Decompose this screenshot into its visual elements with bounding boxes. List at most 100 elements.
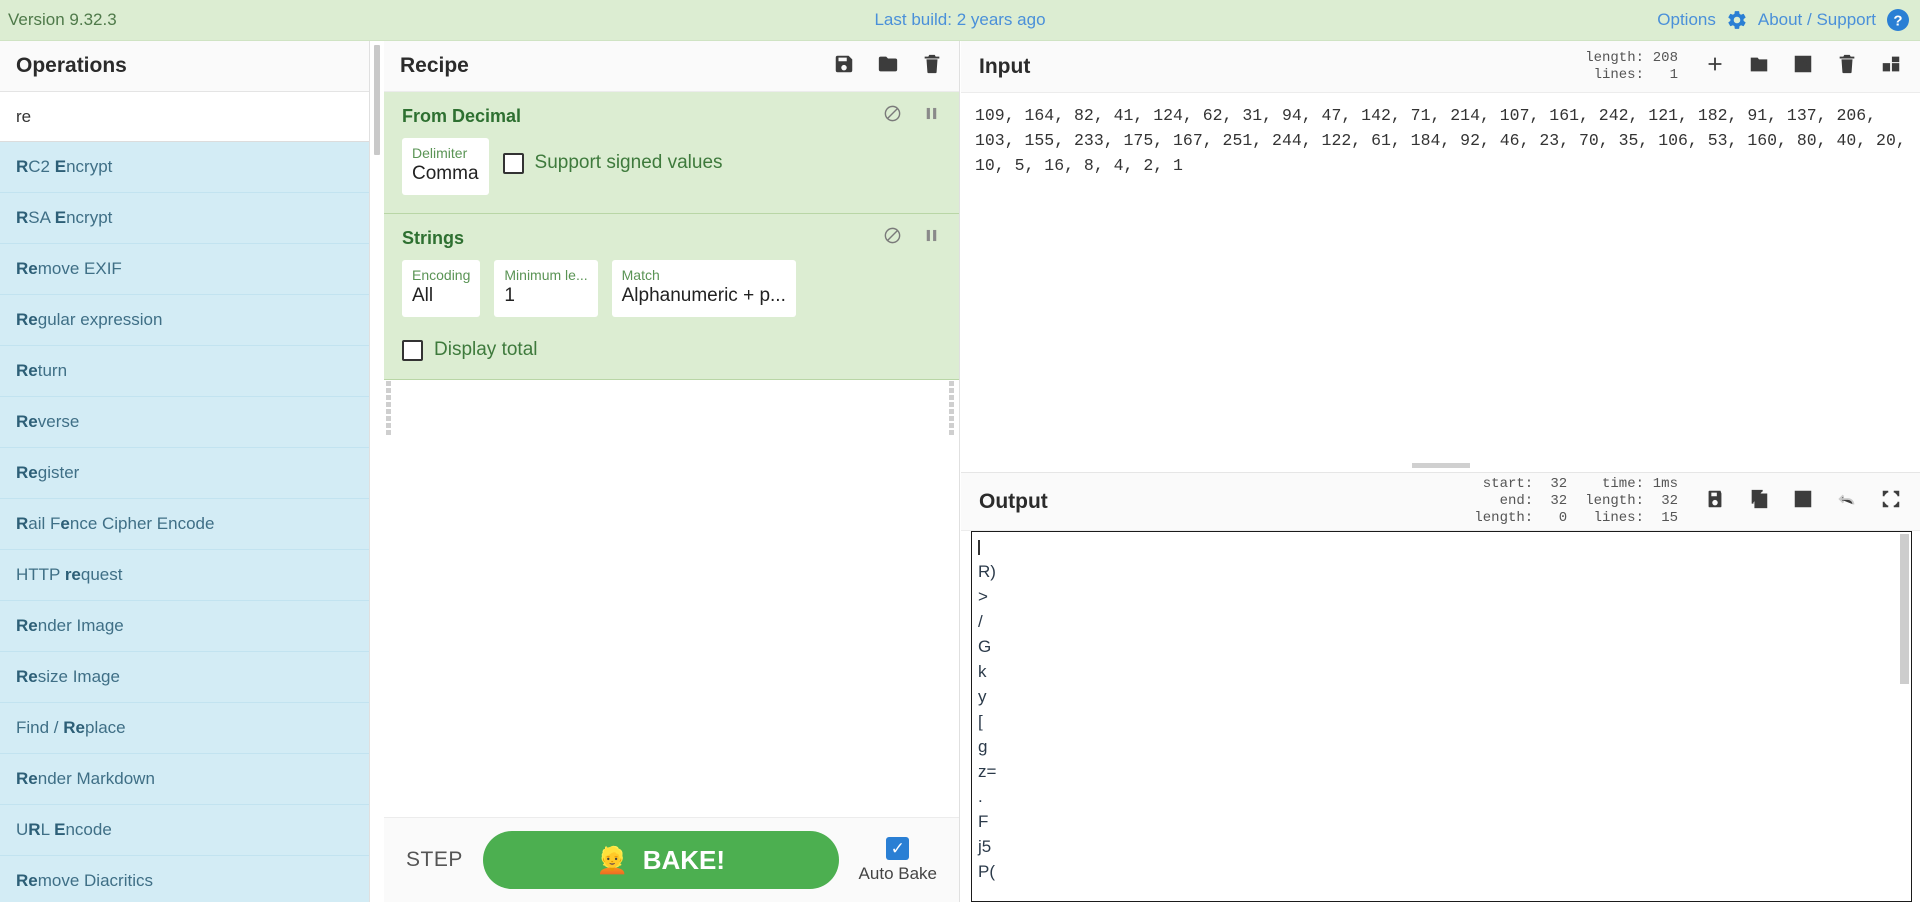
disable-icon[interactable] bbox=[883, 104, 902, 128]
maximise-icon[interactable] bbox=[1880, 488, 1902, 515]
meta-row: time: 1ms bbox=[1585, 476, 1678, 493]
argument-field[interactable]: Match Alphanumeric + p... bbox=[611, 260, 796, 317]
operation-list-item[interactable]: Reverse bbox=[0, 397, 369, 448]
step-button[interactable]: STEP bbox=[406, 848, 463, 872]
open-file-as-input-icon[interactable] bbox=[1792, 53, 1814, 80]
operation-list-item[interactable]: Remove EXIF bbox=[0, 244, 369, 295]
recipe-panel: Recipe From Decimal Delimiter Comma Support… bbox=[384, 41, 960, 902]
question-circle-icon[interactable]: ? bbox=[1886, 8, 1910, 32]
disable-icon[interactable] bbox=[883, 226, 902, 250]
operation-list-item[interactable]: Return bbox=[0, 346, 369, 397]
argument-value[interactable]: Alphanumeric + p... bbox=[622, 283, 786, 309]
clear-io-icon[interactable] bbox=[1836, 53, 1858, 80]
argument-checkbox-row[interactable]: Support signed values bbox=[502, 152, 723, 174]
auto-bake-checkbox[interactable]: ✓ bbox=[886, 836, 910, 860]
open-folder-icon[interactable] bbox=[1748, 53, 1770, 80]
recipe-operations-list[interactable]: From Decimal Delimiter Comma Support signed… bbox=[384, 92, 959, 380]
chef-icon: 👱 bbox=[596, 844, 629, 875]
checkbox[interactable] bbox=[402, 339, 423, 361]
recipe-operation[interactable]: Strings Encoding All Minimum le... 1 Match Alp… bbox=[384, 214, 959, 380]
argument-field[interactable]: Encoding All bbox=[402, 260, 481, 317]
meta-key: time: bbox=[1601, 476, 1644, 492]
bake-button[interactable]: 👱 BAKE! bbox=[482, 831, 839, 889]
add-tab-icon[interactable] bbox=[1704, 53, 1726, 80]
recipe-operation-controls bbox=[883, 226, 941, 250]
reset-pane-layout-icon[interactable] bbox=[1880, 53, 1902, 80]
operation-list-item[interactable]: Render Markdown bbox=[0, 754, 369, 805]
meta-row: lines: 15 bbox=[1585, 510, 1678, 527]
banner-actions: Options About / Support ? bbox=[1657, 8, 1910, 32]
operation-list-item[interactable]: RSA Encrypt bbox=[0, 193, 369, 244]
argument-value[interactable]: Comma bbox=[412, 161, 479, 187]
breakpoint-icon[interactable] bbox=[922, 226, 941, 250]
output-scrollbar[interactable] bbox=[1899, 533, 1910, 900]
about-support-link[interactable]: About / Support bbox=[1758, 10, 1876, 30]
recipe-right-resize-handle[interactable] bbox=[949, 381, 957, 435]
operation-label: Regular expression bbox=[16, 310, 163, 329]
operation-label: HTTP request bbox=[16, 565, 123, 584]
input-textarea[interactable]: 109, 164, 82, 41, 124, 62, 31, 94, 47, 1… bbox=[961, 93, 1920, 458]
operation-label: Return bbox=[16, 361, 68, 380]
undo-icon[interactable] bbox=[1836, 488, 1858, 515]
argument-label: Encoding bbox=[412, 267, 471, 283]
recipe-empty-area[interactable] bbox=[384, 380, 959, 817]
operations-panel: Operations RC2 Encrypt RSA Encrypt Remove … bbox=[0, 41, 370, 902]
argument-field[interactable]: Delimiter Comma bbox=[402, 138, 489, 195]
argument-value[interactable]: 1 bbox=[504, 283, 587, 309]
save-icon[interactable] bbox=[833, 53, 855, 80]
operation-list-item[interactable]: Rail Fence Cipher Encode bbox=[0, 499, 369, 550]
last-build-label: Last build: 2 years ago bbox=[874, 10, 1046, 29]
text-cursor bbox=[978, 540, 980, 556]
recipe-operation-header: Strings bbox=[402, 226, 941, 250]
replace-input-with-output-icon[interactable] bbox=[1792, 488, 1814, 515]
operation-label: Find / Replace bbox=[16, 718, 126, 737]
operations-list[interactable]: RC2 Encrypt RSA Encrypt Remove EXIF Regular… bbox=[0, 142, 369, 902]
meta-key: lines: bbox=[1593, 66, 1644, 83]
trash-icon[interactable] bbox=[921, 53, 943, 80]
meta-value: 32 bbox=[1661, 493, 1678, 509]
options-link[interactable]: Options bbox=[1657, 10, 1716, 30]
output-textarea[interactable]: R) > / G k y [ g z= . F j5 P( bbox=[972, 532, 1911, 886]
input-output-splitter[interactable] bbox=[961, 458, 1920, 472]
folder-icon[interactable] bbox=[877, 53, 899, 80]
operations-recipe-splitter[interactable] bbox=[370, 41, 384, 902]
operation-label: Remove EXIF bbox=[16, 259, 122, 278]
copy-output-icon[interactable] bbox=[1748, 488, 1770, 515]
recipe-left-resize-handle[interactable] bbox=[386, 381, 394, 435]
argument-label: Match bbox=[621, 267, 660, 283]
operation-list-item[interactable]: Remove Diacritics bbox=[0, 856, 369, 902]
operation-list-item[interactable]: Find / Replace bbox=[0, 703, 369, 754]
operation-list-item[interactable]: URL Encode bbox=[0, 805, 369, 856]
recipe-header-icons bbox=[833, 53, 943, 80]
operation-list-item[interactable]: HTTP request bbox=[0, 550, 369, 601]
operation-list-item[interactable]: Render Image bbox=[0, 601, 369, 652]
search-input[interactable] bbox=[0, 92, 369, 142]
meta-row: lines: 1 bbox=[1585, 67, 1678, 84]
operation-label: Render Markdown bbox=[16, 769, 155, 788]
checkbox[interactable] bbox=[502, 152, 524, 174]
operation-list-item[interactable]: Resize Image bbox=[0, 652, 369, 703]
argument-value[interactable]: All bbox=[412, 283, 470, 309]
breakpoint-icon[interactable] bbox=[922, 104, 941, 128]
meta-value: 208 bbox=[1652, 49, 1678, 66]
auto-bake-toggle[interactable]: ✓ Auto Bake bbox=[859, 836, 937, 884]
output-meta: start: 32 end: 32 length: 0 time: 1ms length: 32… bbox=[1474, 476, 1678, 527]
splitter-grip bbox=[374, 45, 380, 155]
output-box[interactable]: R) > / G k y [ g z= . F j5 P( bbox=[971, 531, 1912, 902]
recipe-header: Recipe bbox=[384, 41, 959, 92]
meta-row: end: 32 bbox=[1474, 493, 1568, 510]
operation-list-item[interactable]: Regular expression bbox=[0, 295, 369, 346]
argument-field[interactable]: Minimum le... 1 bbox=[494, 260, 598, 317]
gear-icon[interactable] bbox=[1726, 9, 1748, 31]
operation-label: Remove Diacritics bbox=[16, 871, 153, 890]
recipe-operation-controls bbox=[883, 104, 941, 128]
meta-key: length: bbox=[1474, 510, 1534, 526]
operation-list-item[interactable]: RC2 Encrypt bbox=[0, 142, 369, 193]
operations-title: Operations bbox=[0, 41, 369, 92]
recipe-operation[interactable]: From Decimal Delimiter Comma Support signed… bbox=[384, 92, 959, 214]
operation-list-item[interactable]: Register bbox=[0, 448, 369, 499]
save-output-icon[interactable] bbox=[1704, 488, 1726, 515]
argument-checkbox-row[interactable]: Display total bbox=[402, 339, 941, 361]
meta-row: start: 32 bbox=[1474, 476, 1567, 493]
top-banner: Version 9.32.3 Last build: 2 years ago O… bbox=[0, 0, 1920, 41]
